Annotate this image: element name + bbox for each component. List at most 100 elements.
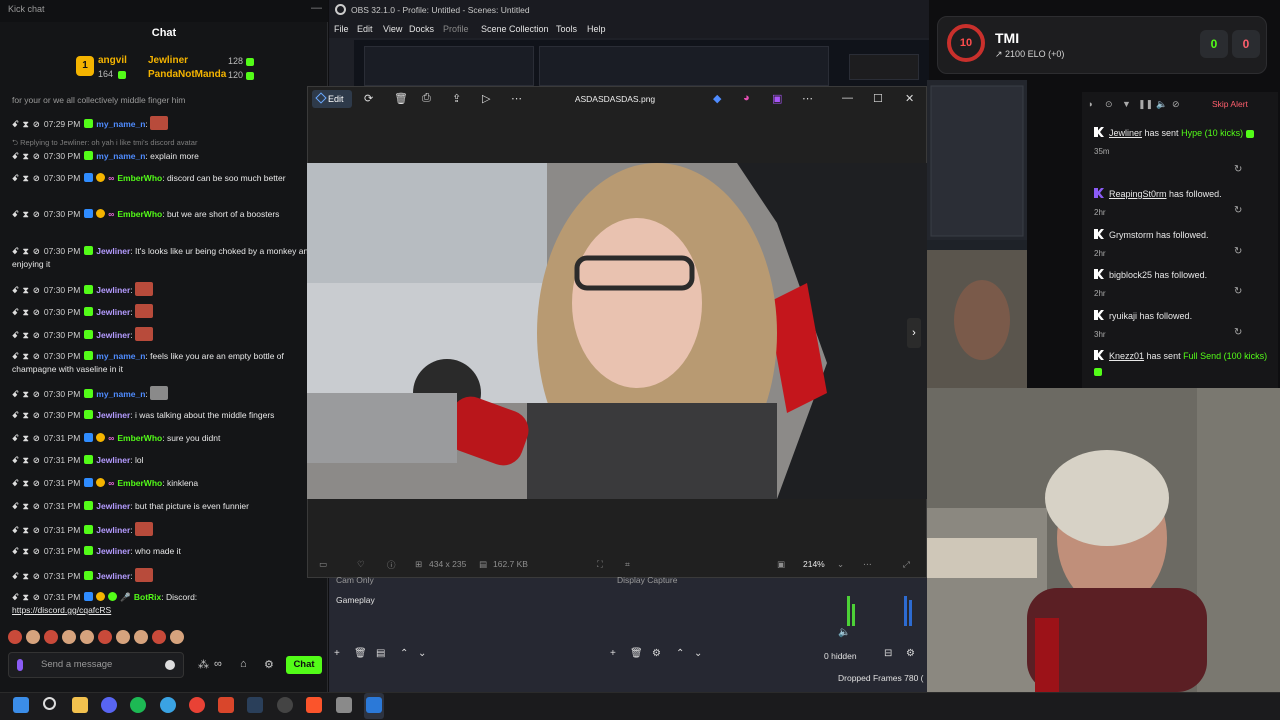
- ban-icon[interactable]: ⊘: [33, 455, 40, 465]
- remove-source-icon[interactable]: 🗑: [630, 648, 643, 659]
- chat-message[interactable]: ꗃ ⧗ ⊘ 07:30 PM my_name_n: explain more: [12, 150, 324, 163]
- replay-alert-icon[interactable]: ↻: [1234, 205, 1242, 216]
- ban-icon[interactable]: ⊘: [33, 173, 40, 183]
- leaderboard-name-3[interactable]: PandaNotManda: [148, 69, 226, 80]
- alert-user[interactable]: bigblock25: [1109, 270, 1152, 280]
- delete-icon[interactable]: ꗃ: [12, 525, 19, 535]
- close-icon[interactable]: ✕: [905, 92, 914, 105]
- delete-icon[interactable]: ꗃ: [12, 571, 19, 581]
- emote-icon[interactable]: [152, 630, 166, 644]
- chrome-icon[interactable]: [189, 697, 205, 713]
- menu-file[interactable]: File: [334, 24, 349, 34]
- viewer-image[interactable]: [307, 163, 927, 499]
- users-icon[interactable]: ⁂: [198, 658, 209, 671]
- gear-icon[interactable]: ⚙: [264, 658, 274, 671]
- move-up-icon[interactable]: ⌃: [400, 648, 408, 659]
- alert-user[interactable]: ryuikaji: [1109, 311, 1137, 321]
- ban-icon[interactable]: ⊘: [33, 389, 40, 399]
- emote-icon[interactable]: [44, 630, 58, 644]
- more-options-icon[interactable]: ⋯: [863, 559, 872, 570]
- delete-icon[interactable]: ꗃ: [12, 455, 19, 465]
- message-user[interactable]: Jewliner: [96, 307, 130, 317]
- timeout-icon[interactable]: ⧗: [23, 209, 29, 219]
- more-options-icon[interactable]: ⋯: [511, 92, 522, 105]
- alert-user[interactable]: Grymstorm: [1109, 230, 1154, 240]
- emote-icon[interactable]: [134, 630, 148, 644]
- file-explorer-icon[interactable]: [72, 697, 88, 713]
- chat-message[interactable]: ꗃ ⧗ ⊘ 07:31 PM ∞ EmberWho: kinklena: [12, 477, 324, 490]
- delete-icon[interactable]: ꗃ: [12, 478, 19, 488]
- ban-icon[interactable]: ⊘: [33, 246, 40, 256]
- timeout-icon[interactable]: ⧗: [23, 351, 29, 361]
- timeout-icon[interactable]: ⧗: [23, 592, 29, 602]
- message-user[interactable]: EmberWho: [117, 209, 162, 219]
- rotate-icon[interactable]: ⟳: [364, 92, 373, 105]
- message-user[interactable]: Jewliner: [96, 246, 130, 256]
- edit-button[interactable]: Edit: [312, 90, 352, 108]
- mute-icon[interactable]: ⊘: [1172, 99, 1180, 110]
- chat-message[interactable]: ꗃ ⧗ ⊘ 07:31 PM Jewliner: but that picture is…: [12, 500, 324, 513]
- favorite-icon[interactable]: ♡: [357, 559, 365, 570]
- chat-message[interactable]: ꗃ ⧗ ⊘ 07:30 PM my_name_n:: [12, 386, 324, 401]
- ban-icon[interactable]: ⊘: [33, 478, 40, 488]
- message-user[interactable]: my_name_n: [96, 151, 145, 161]
- slideshow-icon[interactable]: ▷: [482, 92, 490, 105]
- edit-app-icon[interactable]: ◆: [713, 92, 721, 105]
- timeout-icon[interactable]: ⧗: [23, 151, 29, 161]
- timeout-icon[interactable]: ⧗: [23, 571, 29, 581]
- timeout-icon[interactable]: ⧗: [23, 389, 29, 399]
- menu-docks[interactable]: Docks: [409, 24, 434, 34]
- move-down-icon[interactable]: ⌄: [418, 648, 426, 659]
- timeout-icon[interactable]: ⧗: [23, 410, 29, 420]
- chat-message[interactable]: ꗃ ⧗ ⊘ 07:31 PM Jewliner: lol: [12, 454, 324, 467]
- timeout-icon[interactable]: ⧗: [23, 330, 29, 340]
- info-icon[interactable]: ⓘ: [387, 559, 396, 571]
- chat-message[interactable]: ꗃ ⧗ ⊘ 07:30 PM my_name_n: feels like you are…: [12, 350, 324, 376]
- replay-alert-icon[interactable]: ↻: [1234, 286, 1242, 297]
- obs-icon[interactable]: [277, 697, 293, 713]
- emote-icon[interactable]: [8, 630, 22, 644]
- message-user[interactable]: my_name_n: [96, 389, 145, 399]
- emote-quick-bar[interactable]: [8, 630, 198, 646]
- share-icon[interactable]: ⇪: [452, 92, 461, 105]
- next-image-arrow[interactable]: ›: [907, 318, 921, 348]
- menu-edit[interactable]: Edit: [357, 24, 373, 34]
- obs-preview-canvas[interactable]: [354, 40, 929, 88]
- emote-icon[interactable]: [80, 630, 94, 644]
- zoom-fit-icon[interactable]: ▣: [777, 559, 785, 570]
- crop-icon[interactable]: ⌗: [625, 559, 630, 570]
- chat-message[interactable]: ꗃ ⧗ ⊘ 07:31 PM Jewliner:: [12, 522, 324, 537]
- add-scene-icon[interactable]: +: [334, 648, 340, 659]
- delete-icon[interactable]: ꗃ: [12, 592, 19, 602]
- shield-icon[interactable]: ◗: [1088, 99, 1093, 109]
- menu-scene-collection[interactable]: Scene Collection: [481, 24, 549, 34]
- ban-icon[interactable]: ⊘: [33, 501, 40, 511]
- mixer-settings-icon[interactable]: ⚙: [906, 648, 915, 659]
- more-icon[interactable]: ⋯: [802, 92, 813, 105]
- message-user[interactable]: Jewliner: [96, 410, 130, 420]
- chat-message[interactable]: ꗃ ⧗ ⊘ 07:30 PM ∞ EmberWho: discord can be soo…: [12, 172, 324, 185]
- message-user[interactable]: Jewliner: [96, 546, 130, 556]
- chat-message[interactable]: ꗃ ⧗ ⊘ 07:31 PM 🎤 BotRix: Discord: https://disc…: [12, 591, 324, 617]
- pin-icon[interactable]: ⊙: [1105, 99, 1113, 110]
- ban-icon[interactable]: ⊘: [33, 285, 40, 295]
- minimize-icon[interactable]: —: [842, 92, 853, 104]
- minimize-icon[interactable]: —: [311, 2, 322, 14]
- menu-view[interactable]: View: [383, 24, 402, 34]
- ban-icon[interactable]: ⊘: [33, 307, 40, 317]
- timeout-icon[interactable]: ⧗: [23, 546, 29, 556]
- brave-icon[interactable]: [306, 697, 322, 713]
- filmstrip-icon[interactable]: ▭: [319, 559, 327, 570]
- timeout-icon[interactable]: ⧗: [23, 455, 29, 465]
- delete-icon[interactable]: ꗃ: [12, 546, 19, 556]
- clipchamp-icon[interactable]: ▣: [772, 92, 782, 105]
- replay-alert-icon[interactable]: ↻: [1234, 246, 1242, 257]
- chat-input[interactable]: Send a message: [8, 652, 184, 678]
- app-icon[interactable]: [218, 697, 234, 713]
- message-user[interactable]: my_name_n: [96, 351, 145, 361]
- ban-icon[interactable]: ⊘: [33, 525, 40, 535]
- discord-icon[interactable]: [101, 697, 117, 713]
- volume-icon[interactable]: 🔈: [838, 627, 850, 638]
- move-up-icon[interactable]: ⌃: [676, 648, 684, 659]
- ban-icon[interactable]: ⊘: [33, 209, 40, 219]
